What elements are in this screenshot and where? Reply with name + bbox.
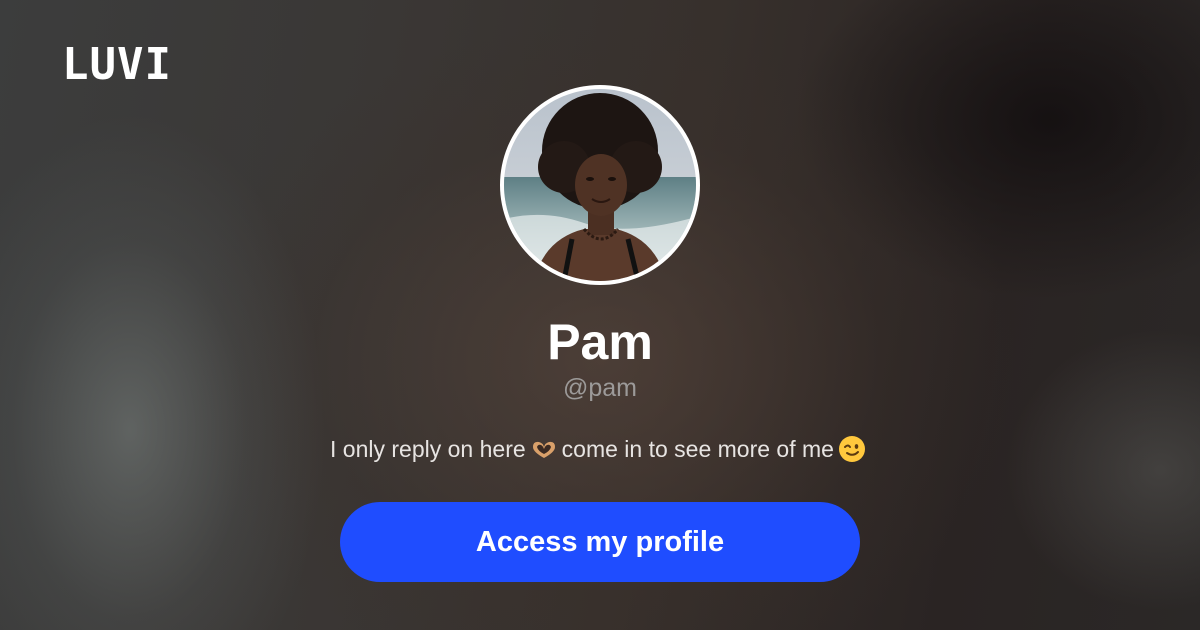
heart-hands-emoji-icon xyxy=(530,435,558,463)
luvi-logo[interactable]: LUVI xyxy=(62,42,172,88)
profile-photo xyxy=(504,89,696,281)
profile-bio: I only reply on here come in to see more… xyxy=(0,434,1200,464)
avatar xyxy=(500,85,700,285)
bio-text-part1: I only reply on here xyxy=(330,436,526,462)
profile-name: Pam xyxy=(547,314,653,370)
profile-handle: @pam xyxy=(562,374,637,402)
bio-text-part2: come in to see more of me xyxy=(561,436,834,462)
winking-face-emoji-icon xyxy=(838,435,866,463)
access-profile-button[interactable]: Access my profile xyxy=(340,502,860,582)
